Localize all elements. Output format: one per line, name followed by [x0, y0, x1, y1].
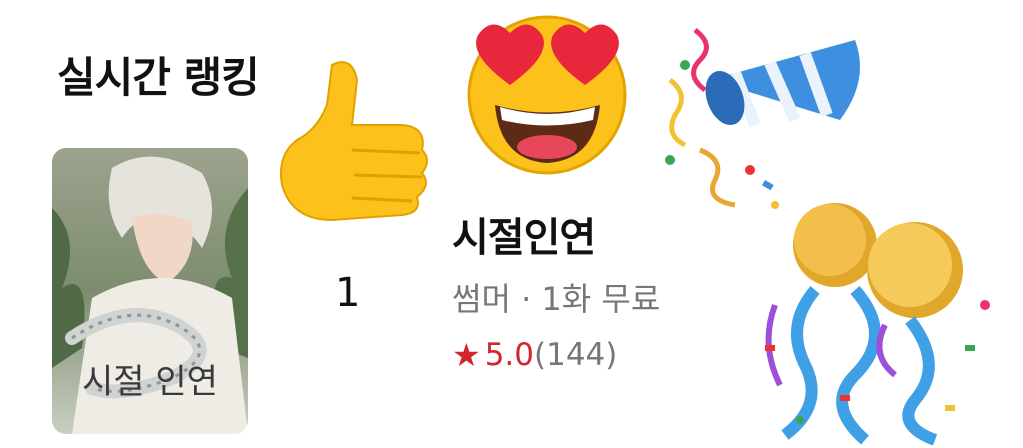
rating-score: 5.0	[484, 337, 534, 373]
party-popper-icon	[665, 28, 860, 209]
section-title: 실시간 랭킹	[57, 53, 260, 102]
free-episodes-label: 1화 무료	[541, 280, 661, 318]
item-meta: 썸머 · 1화 무료	[452, 274, 660, 320]
rating: ★ 5.0 (144)	[452, 336, 617, 374]
meta-separator: ·	[510, 280, 542, 318]
rank-number: 1	[335, 270, 361, 316]
star-icon: ★	[452, 336, 481, 374]
cover-title-text: 시절 인연	[82, 362, 218, 402]
heart-eyes-icon	[467, 15, 627, 175]
review-count: (144)	[534, 337, 618, 373]
book-cover[interactable]: 시절 인연	[52, 148, 248, 434]
author-name: 썸머	[452, 280, 511, 318]
thumbs-up-icon	[280, 61, 428, 222]
cover-art: 시절 인연	[52, 148, 248, 434]
item-title[interactable]: 시절인연	[452, 205, 596, 263]
confetti-balls-icon	[765, 203, 990, 445]
